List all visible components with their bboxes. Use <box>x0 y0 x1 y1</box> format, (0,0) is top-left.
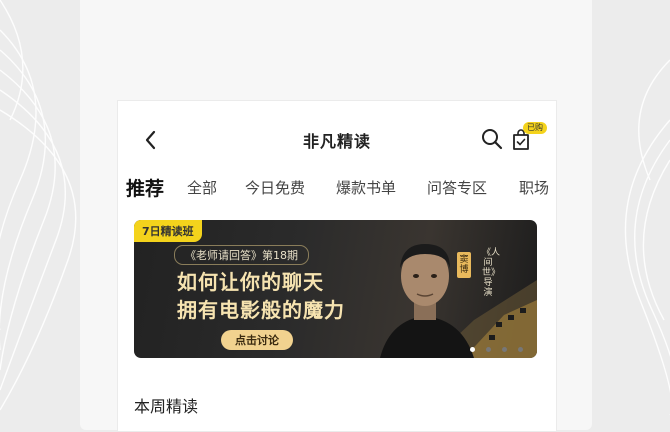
app-screen: 非凡精读 已购 推荐 全部 今日免费 爆款书单 问答专区 职场 7日精读班 《老… <box>117 100 557 432</box>
tab-hot-booklists[interactable]: 爆款书单 <box>336 177 396 198</box>
guest-portrait <box>380 244 474 358</box>
tab-recommended[interactable]: 推荐 <box>126 174 164 201</box>
tab-qa-zone[interactable]: 问答专区 <box>427 177 487 198</box>
guest-role-label: 《人间世》导演 <box>482 248 501 298</box>
search-icon[interactable] <box>481 128 503 150</box>
banner-tag: 7日精读班 <box>134 220 202 242</box>
carousel-dot[interactable] <box>502 347 507 352</box>
banner-headline-line2: 拥有电影般的魔力 <box>177 298 345 322</box>
guest-name-tag: 窦博 <box>457 252 471 278</box>
tab-free-today[interactable]: 今日免费 <box>245 177 305 198</box>
tab-workplace[interactable]: 职场 <box>519 177 549 198</box>
promo-banner[interactable]: 7日精读班 《老师请回答》第18期 如何让你的聊天 拥有电影般的魔力 点击讨论 … <box>134 220 537 358</box>
tab-all[interactable]: 全部 <box>187 177 217 198</box>
carousel-dot[interactable] <box>518 347 523 352</box>
carousel-indicator <box>470 347 530 353</box>
banner-headline-line1: 如何让你的聊天 <box>177 270 324 294</box>
purchased-badge[interactable]: 已购 <box>523 122 547 134</box>
banner-issue-label: 《老师请回答》第18期 <box>174 245 309 265</box>
category-tabs: 推荐 全部 今日免费 爆款书单 问答专区 职场 <box>118 171 556 207</box>
section-title-weekly: 本周精读 <box>134 397 199 416</box>
carousel-dot[interactable] <box>470 347 475 352</box>
carousel-dot[interactable] <box>486 347 491 352</box>
top-nav-bar: 非凡精读 已购 <box>118 101 556 181</box>
discuss-button[interactable]: 点击讨论 <box>221 330 293 350</box>
